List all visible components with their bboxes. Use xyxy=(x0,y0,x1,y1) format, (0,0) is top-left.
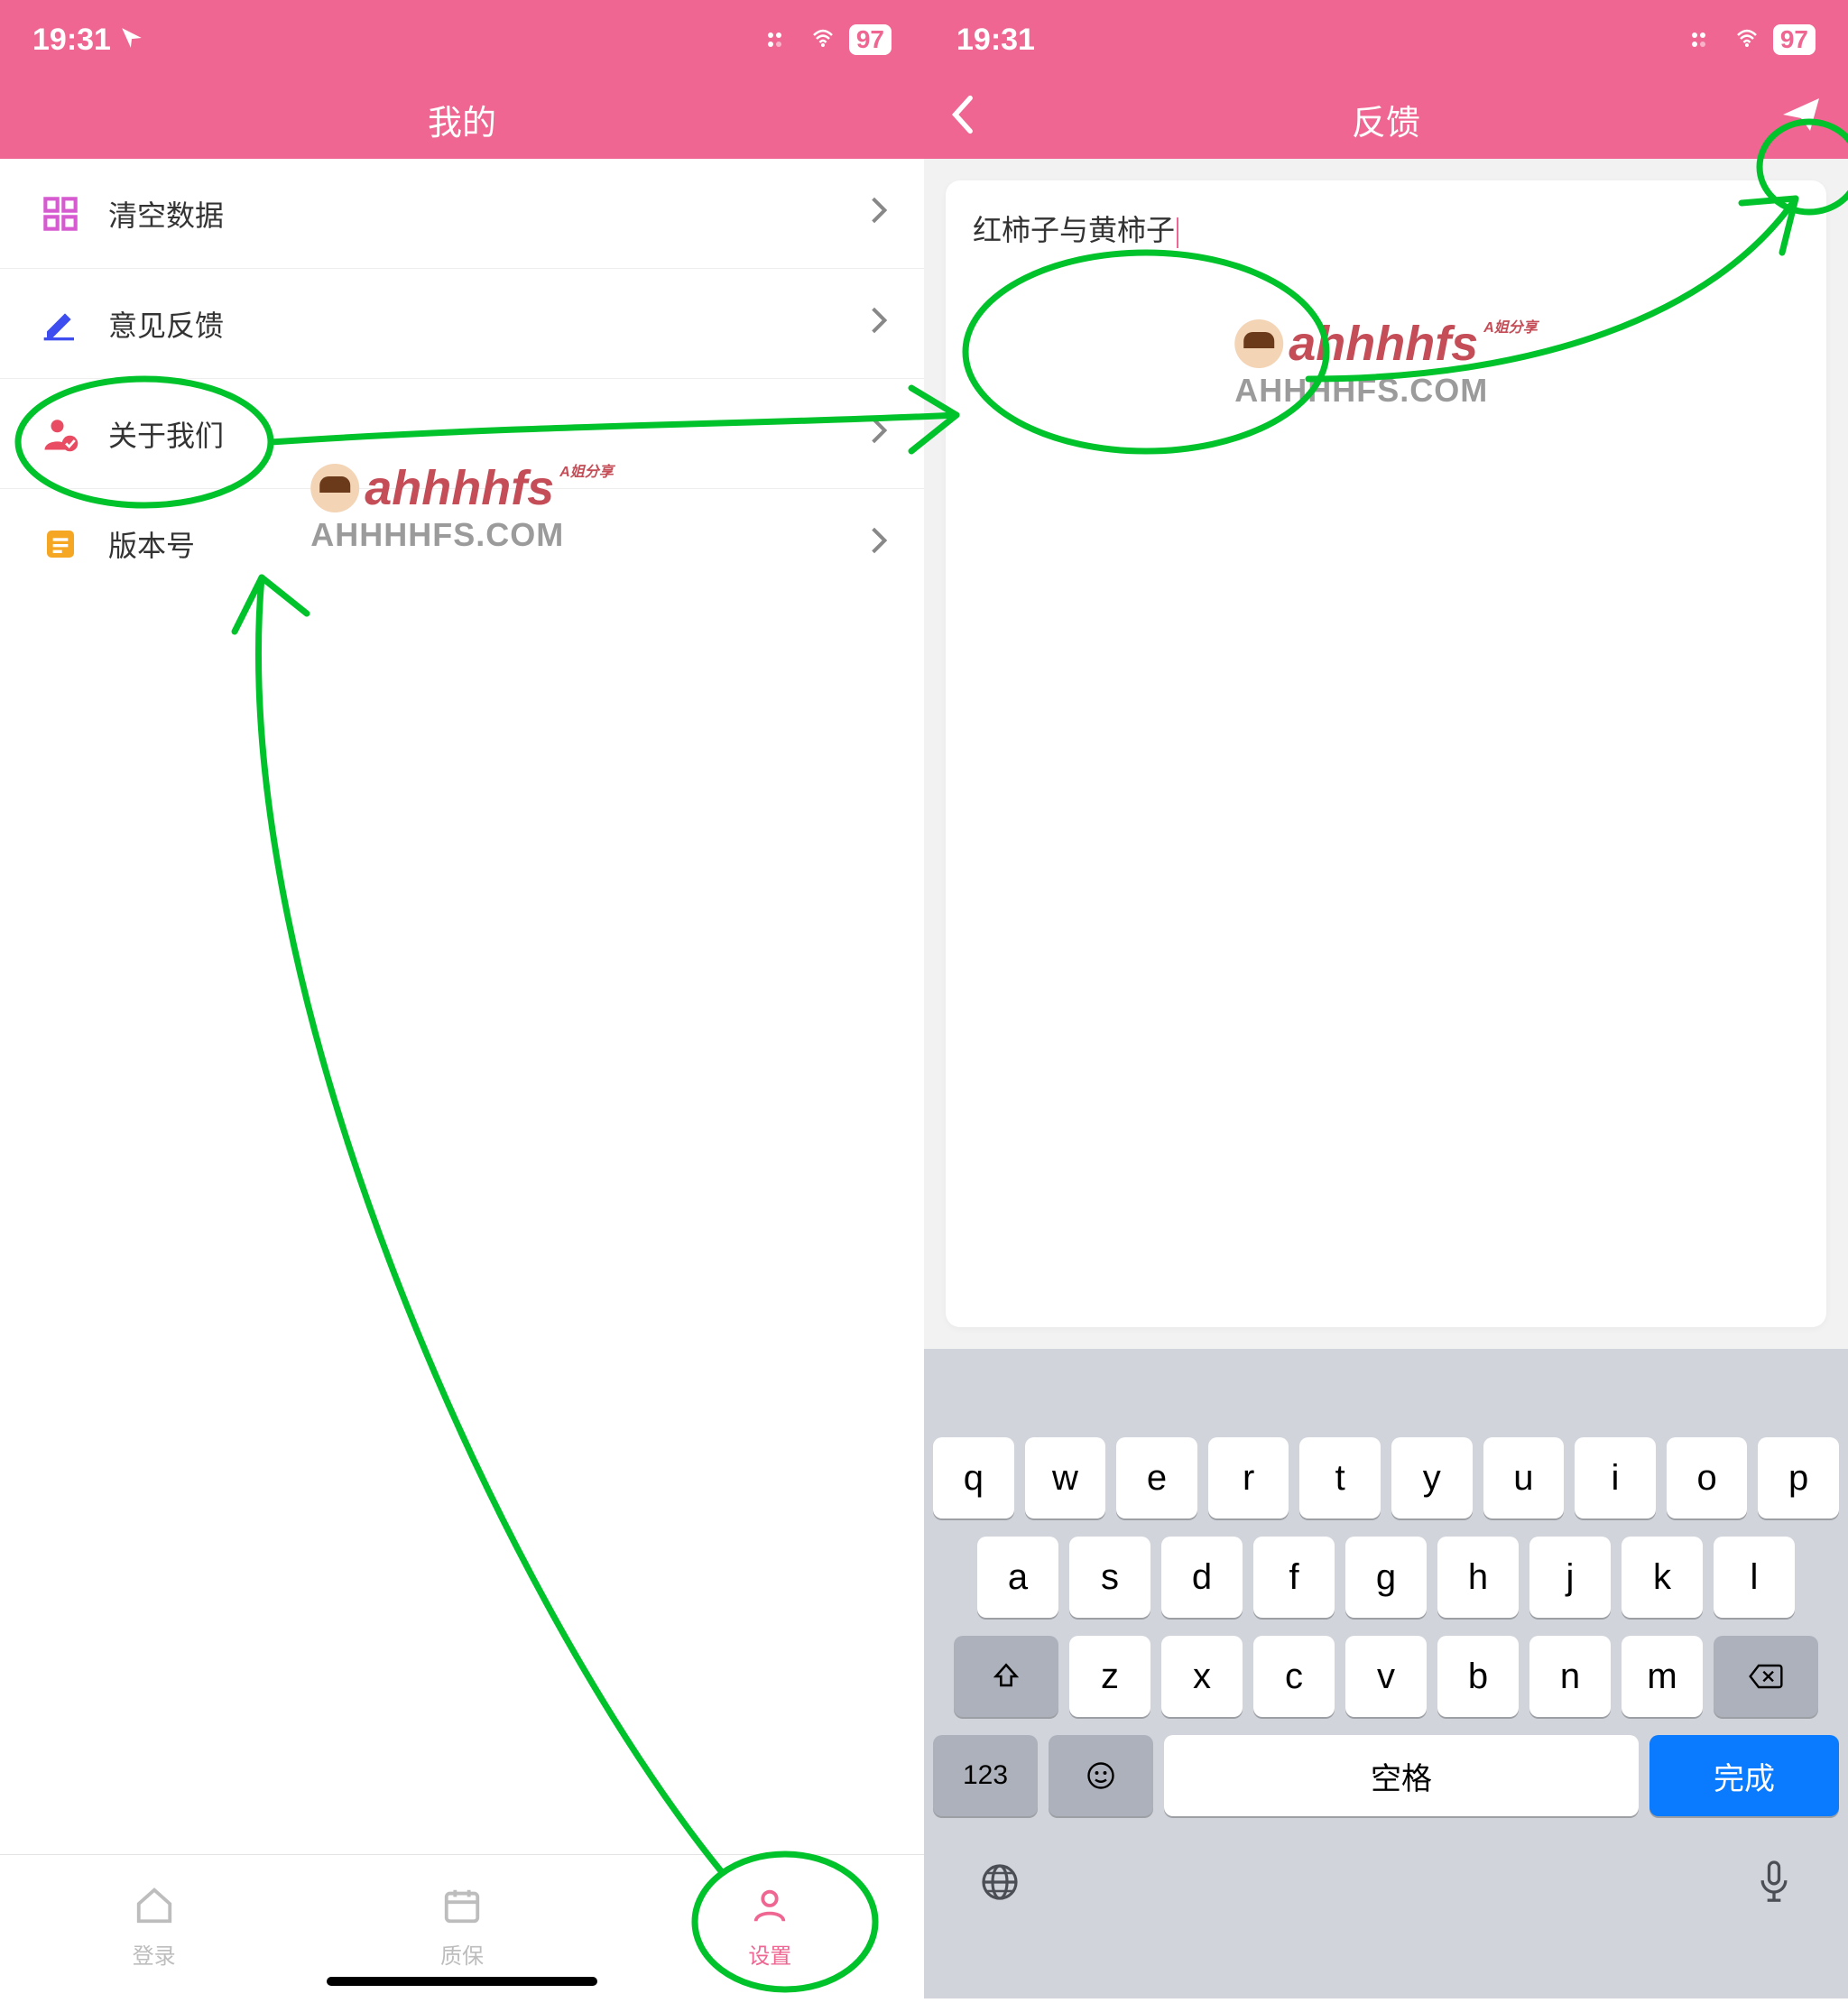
key-f[interactable]: f xyxy=(1253,1537,1335,1618)
chevron-right-icon xyxy=(870,306,888,342)
key-r[interactable]: r xyxy=(1208,1437,1289,1518)
key-a[interactable]: a xyxy=(977,1537,1058,1618)
pencil-icon xyxy=(36,300,85,348)
send-button[interactable] xyxy=(1779,93,1823,145)
tab-bar: 登录 质保 设置 xyxy=(0,1854,924,1998)
wifi-icon xyxy=(1732,23,1762,58)
key-x[interactable]: x xyxy=(1161,1636,1243,1717)
numbers-key[interactable]: 123 xyxy=(933,1735,1038,1816)
keyboard-row-1: qwertyuiop xyxy=(933,1437,1839,1518)
chevron-right-icon xyxy=(870,416,888,452)
feedback-text: 红柿子与黄柿子 xyxy=(973,214,1175,246)
key-k[interactable]: k xyxy=(1622,1537,1703,1618)
location-icon xyxy=(120,23,143,58)
text-cursor xyxy=(1177,217,1178,248)
user-check-icon xyxy=(36,410,85,458)
done-key[interactable]: 完成 xyxy=(1649,1735,1839,1816)
key-l[interactable]: l xyxy=(1714,1537,1795,1618)
key-m[interactable]: m xyxy=(1622,1636,1703,1717)
tab-label: 质保 xyxy=(440,1938,484,1970)
wifi-icon xyxy=(808,23,838,58)
key-s[interactable]: s xyxy=(1069,1537,1150,1618)
key-j[interactable]: j xyxy=(1529,1537,1611,1618)
document-icon xyxy=(36,520,85,568)
mic-key[interactable] xyxy=(1754,1859,1794,1910)
key-y[interactable]: y xyxy=(1391,1437,1473,1518)
keyboard-row-4: 123 空格 完成 xyxy=(933,1735,1839,1816)
shift-key[interactable] xyxy=(954,1636,1058,1717)
nav-bar-feedback: 反馈 xyxy=(924,79,1848,159)
keyboard-row-2: asdfghjkl xyxy=(933,1537,1839,1618)
key-c[interactable]: c xyxy=(1253,1636,1335,1717)
key-v[interactable]: v xyxy=(1345,1636,1427,1717)
cellular-icon xyxy=(1690,23,1721,58)
key-w[interactable]: w xyxy=(1025,1437,1106,1518)
tab-settings[interactable]: 设置 xyxy=(616,1855,924,1998)
status-time: 19:31 xyxy=(32,23,111,58)
phone-feedback: 19:31 97 反馈 红柿子与黄柿子 xyxy=(924,0,1848,1998)
battery-badge: 97 xyxy=(1773,24,1816,55)
key-q[interactable]: q xyxy=(933,1437,1014,1518)
tab-label: 设置 xyxy=(748,1938,791,1970)
emoji-key[interactable] xyxy=(1049,1735,1153,1816)
cellular-icon xyxy=(766,23,797,58)
backspace-key[interactable] xyxy=(1714,1636,1818,1717)
battery-badge: 97 xyxy=(849,24,892,55)
space-key[interactable]: 空格 xyxy=(1164,1735,1639,1816)
key-n[interactable]: n xyxy=(1529,1636,1611,1717)
tab-label: 登录 xyxy=(133,1938,176,1970)
key-t[interactable]: t xyxy=(1299,1437,1381,1518)
row-label: 版本号 xyxy=(108,523,870,565)
status-bar: 19:31 97 xyxy=(924,0,1848,79)
globe-key[interactable] xyxy=(978,1860,1021,1908)
keyboard-bottom xyxy=(924,1834,1848,1934)
phone-settings: 19:31 97 我的 xyxy=(0,0,924,1998)
feedback-body: 红柿子与黄柿子 xyxy=(924,159,1848,1349)
row-about[interactable]: 关于我们 xyxy=(0,379,924,489)
key-i[interactable]: i xyxy=(1575,1437,1656,1518)
user-icon xyxy=(749,1885,790,1933)
row-version[interactable]: 版本号 xyxy=(0,489,924,599)
grid-icon xyxy=(36,189,85,238)
key-b[interactable]: b xyxy=(1437,1636,1519,1717)
keyboard-row-3: zxcvbnm xyxy=(933,1636,1839,1717)
home-indicator[interactable] xyxy=(327,1977,597,1986)
key-p[interactable]: p xyxy=(1758,1437,1839,1518)
row-label: 意见反馈 xyxy=(108,303,870,345)
settings-list: 清空数据 意见反馈 关于我们 xyxy=(0,159,924,599)
chevron-right-icon xyxy=(870,526,888,562)
row-label: 清空数据 xyxy=(108,193,870,235)
page-title: 我的 xyxy=(428,95,496,144)
row-clear-data[interactable]: 清空数据 xyxy=(0,159,924,269)
nav-bar-settings: 我的 xyxy=(0,79,924,159)
key-h[interactable]: h xyxy=(1437,1537,1519,1618)
key-u[interactable]: u xyxy=(1483,1437,1565,1518)
page-title: 反馈 xyxy=(1352,95,1420,144)
tab-login[interactable]: 登录 xyxy=(0,1855,308,1998)
status-bar: 19:31 97 xyxy=(0,0,924,79)
calendar-icon xyxy=(441,1885,483,1933)
row-feedback[interactable]: 意见反馈 xyxy=(0,269,924,379)
row-label: 关于我们 xyxy=(108,413,870,455)
status-time: 19:31 xyxy=(956,23,1035,58)
home-icon xyxy=(134,1885,175,1933)
key-e[interactable]: e xyxy=(1116,1437,1197,1518)
feedback-input[interactable]: 红柿子与黄柿子 xyxy=(946,180,1826,1327)
keyboard-candidates[interactable] xyxy=(924,1349,1848,1428)
key-g[interactable]: g xyxy=(1345,1537,1427,1618)
chevron-right-icon xyxy=(870,196,888,232)
back-button[interactable] xyxy=(949,95,975,143)
key-d[interactable]: d xyxy=(1161,1537,1243,1618)
keyboard: qwertyuiop asdfghjkl zxcvbnm 123 xyxy=(924,1349,1848,1998)
key-z[interactable]: z xyxy=(1069,1636,1150,1717)
key-o[interactable]: o xyxy=(1667,1437,1748,1518)
